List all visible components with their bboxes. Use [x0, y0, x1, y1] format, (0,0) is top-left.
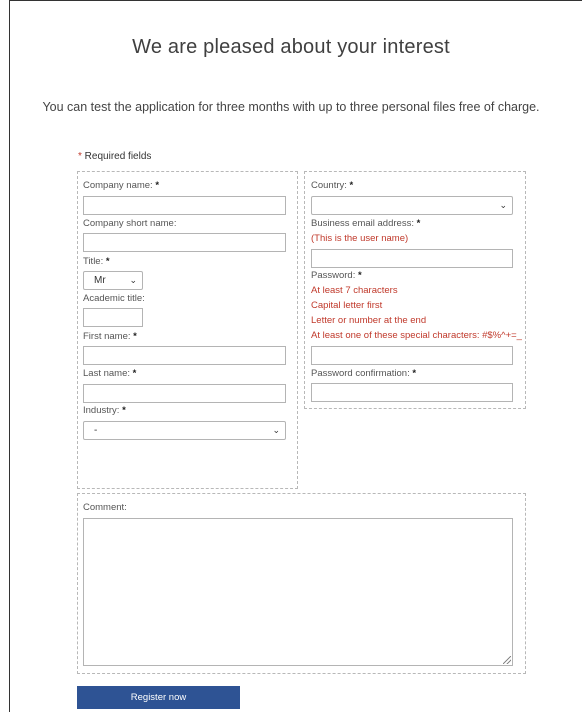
required-fields-note: * Required fields [78, 151, 151, 162]
resize-grip-icon[interactable] [503, 656, 511, 664]
academic-title-label: Academic title: [83, 293, 145, 304]
password-rule: At least 7 characters [311, 285, 398, 296]
required-fields-text: Required fields [81, 151, 152, 162]
password-input[interactable] [311, 346, 513, 365]
company-name-input[interactable] [83, 196, 286, 215]
academic-title-input[interactable] [83, 308, 143, 327]
password-confirmation-input[interactable] [311, 383, 513, 402]
company-short-name-input[interactable] [83, 233, 286, 252]
first-name-label: First name: * [83, 331, 137, 342]
comment-textarea[interactable] [83, 518, 513, 666]
password-confirmation-label: Password confirmation: * [311, 368, 417, 379]
chevron-down-icon: ⌄ [129, 275, 137, 285]
password-rule: At least one of these special characters… [311, 330, 522, 341]
industry-selected-value: - [94, 425, 98, 436]
password-label: Password: * [311, 270, 362, 281]
page-title: We are pleased about your interest [132, 36, 450, 58]
title-select[interactable]: Mr ⌄ [83, 271, 143, 290]
last-name-input[interactable] [83, 384, 286, 403]
country-select[interactable]: ⌄ [311, 196, 513, 215]
title-label: Title: * [83, 256, 110, 267]
title-selected-value: Mr [94, 275, 106, 286]
company-name-label: Company name: * [83, 180, 160, 191]
window-border-top [9, 0, 582, 1]
password-rule: Letter or number at the end [311, 315, 427, 326]
page-subtitle: You can test the application for three m… [42, 100, 540, 114]
comment-label: Comment: [83, 502, 127, 513]
business-email-hint: (This is the user name) [311, 233, 409, 244]
first-name-input[interactable] [83, 346, 286, 365]
register-now-button[interactable]: Register now [77, 686, 240, 709]
chevron-down-icon: ⌄ [499, 200, 507, 210]
industry-select[interactable]: - ⌄ [83, 421, 286, 440]
industry-label: Industry: * [83, 405, 126, 416]
company-short-name-label: Company short name: [83, 218, 177, 229]
password-rule: Capital letter first [311, 300, 383, 311]
country-label: Country: * [311, 180, 354, 191]
chevron-down-icon: ⌄ [272, 425, 280, 435]
business-email-input[interactable] [311, 249, 513, 268]
last-name-label: Last name: * [83, 368, 137, 379]
business-email-label: Business email address: * [311, 218, 421, 229]
